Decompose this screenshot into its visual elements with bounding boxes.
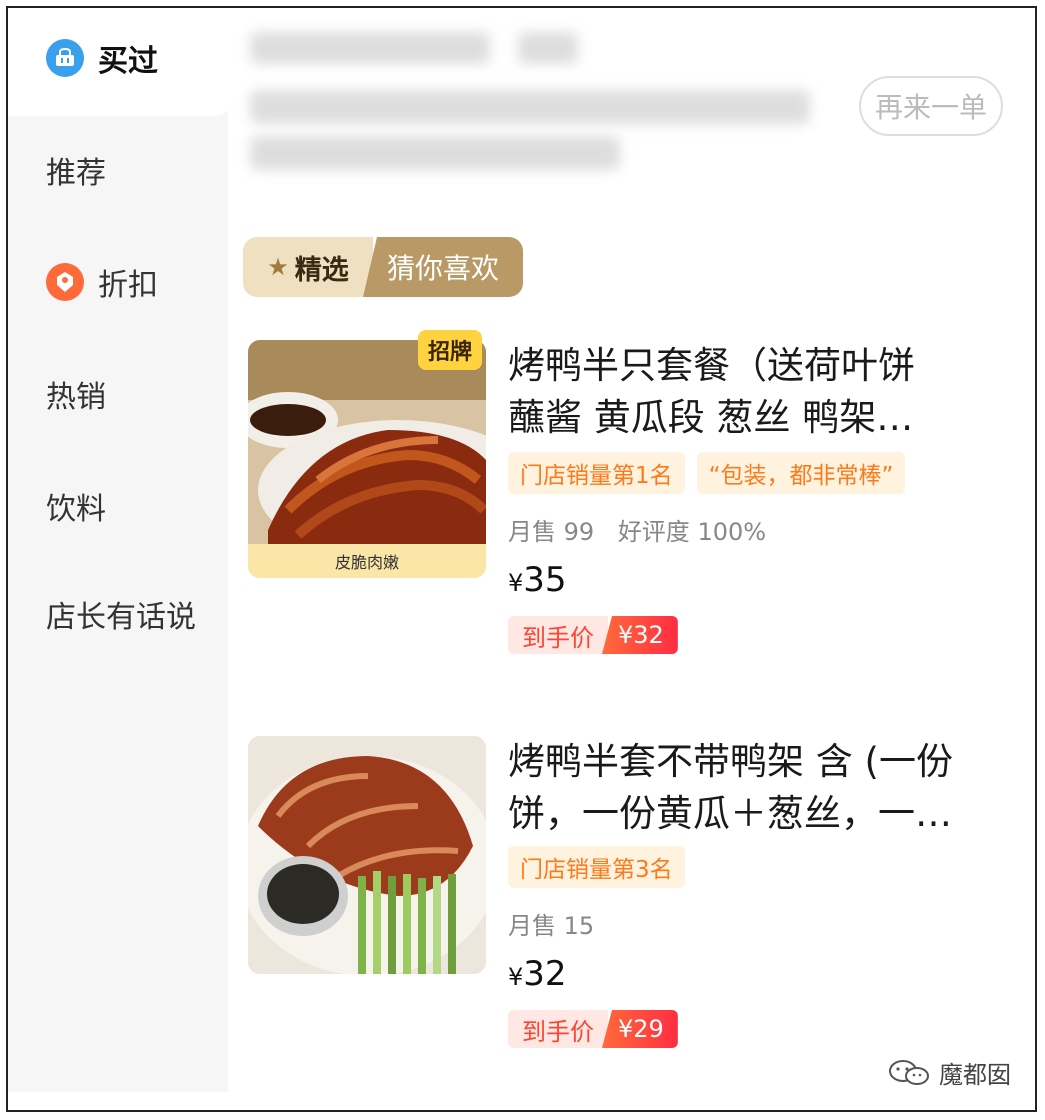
price: ¥35 [508,560,567,600]
reorder-button[interactable]: 再来一单 [859,76,1003,136]
product-title[interactable]: 烤鸭半只套餐（送荷叶饼 蘸酱 黄瓜段 葱丝 鸭架… [508,340,1008,444]
monthly-sales: 月售 15 [508,912,595,940]
product-tags: 门店销量第1名 “包装，都非常棒” [508,452,906,494]
rank-tag: 门店销量第1名 [508,452,685,494]
sidebar-item-label: 推荐 [46,156,106,191]
roast-duck-image [248,340,486,578]
redacted-order-meta [518,32,578,64]
final-price: 到手价 ¥29 [508,1010,678,1048]
price: ¥32 [508,954,567,994]
final-price: 到手价 ¥32 [508,616,678,654]
redacted-order-items-2 [250,136,620,170]
final-price-value: ¥29 [602,1010,678,1048]
star-icon: ★ [267,253,289,281]
sidebar-item-label: 店长有话说 [46,600,196,635]
main-content: 再来一单 ★ 精选 猜你喜欢 皮脆肉嫩 招牌 烤鸭半只套餐（送荷叶饼 蘸酱 黄瓜… [228,8,1035,1110]
sidebar-item-manager-says[interactable]: 店长有话说 [46,596,196,640]
product-tags: 门店销量第3名 [508,846,685,888]
sidebar-item-label: 热销 [46,380,106,415]
price-value: 35 [523,560,567,600]
sidebar-item-label: 饮料 [46,492,106,527]
sidebar-item-label: 折扣 [98,268,158,303]
app-frame: 买过 推荐 折扣 热销 饮料 店长有话说 再来一单 ★ 精选 猜你喜欢 皮脆肉嫩… [6,6,1037,1112]
review-tag: “包装，都非常棒” [696,452,906,494]
final-price-value: ¥32 [602,616,678,654]
sales-info: 月售 15 [508,906,610,941]
tab-label: 猜你喜欢 [386,252,499,285]
sidebar-item-recommend[interactable]: 推荐 [46,148,106,192]
sidebar-item-label: 买过 [98,44,158,79]
discount-tag-icon [46,263,84,301]
product-card[interactable]: 烤鸭半套不带鸭架 含 (一份 饼，一份黄瓜＋葱丝，一… 门店销量第3名 月售 1… [248,736,1008,1056]
final-price-label: 到手价 [508,1010,608,1048]
price-value: 32 [523,954,567,994]
product-image[interactable]: 皮脆肉嫩 [248,340,486,578]
sidebar-item-drinks[interactable]: 饮料 [46,484,106,528]
product-card[interactable]: 皮脆肉嫩 招牌 烤鸭半只套餐（送荷叶饼 蘸酱 黄瓜段 葱丝 鸭架… 门店销量第1… [248,330,1008,660]
monthly-sales: 月售 99 [508,518,595,546]
rank-tag: 门店销量第3名 [508,846,685,888]
tab-guess-you-like[interactable]: 猜你喜欢 [363,237,523,297]
watermark-text: 魔都囡 [939,1061,1011,1089]
rating: 好评度 100% [617,518,767,546]
product-image[interactable] [248,736,486,974]
tab-label: 精选 [294,254,349,286]
duck-slices-image [248,736,486,974]
product-title[interactable]: 烤鸭半套不带鸭架 含 (一份 饼，一份黄瓜＋葱丝，一… [508,736,1008,840]
sidebar-item-discount[interactable]: 折扣 [46,260,158,304]
watermark: 魔都囡 [887,1055,1011,1090]
image-caption: 皮脆肉嫩 [248,544,486,578]
basket-icon [46,39,84,77]
redacted-order-title [250,32,490,64]
sales-info: 月售 99 好评度 100% [508,512,782,547]
category-sidebar: 买过 推荐 折扣 热销 饮料 店长有话说 [8,8,236,1092]
sidebar-item-hot[interactable]: 热销 [46,372,106,416]
sidebar-item-bought[interactable]: 买过 [46,36,158,80]
signature-badge: 招牌 [418,330,483,370]
redacted-order-items [250,90,810,124]
currency-symbol: ¥ [508,963,524,991]
tab-featured[interactable]: ★ 精选 [243,237,373,297]
final-price-label: 到手价 [508,616,608,654]
wechat-icon [889,1059,929,1085]
currency-symbol: ¥ [508,569,524,597]
featured-tabs: ★ 精选 猜你喜欢 [243,237,523,297]
